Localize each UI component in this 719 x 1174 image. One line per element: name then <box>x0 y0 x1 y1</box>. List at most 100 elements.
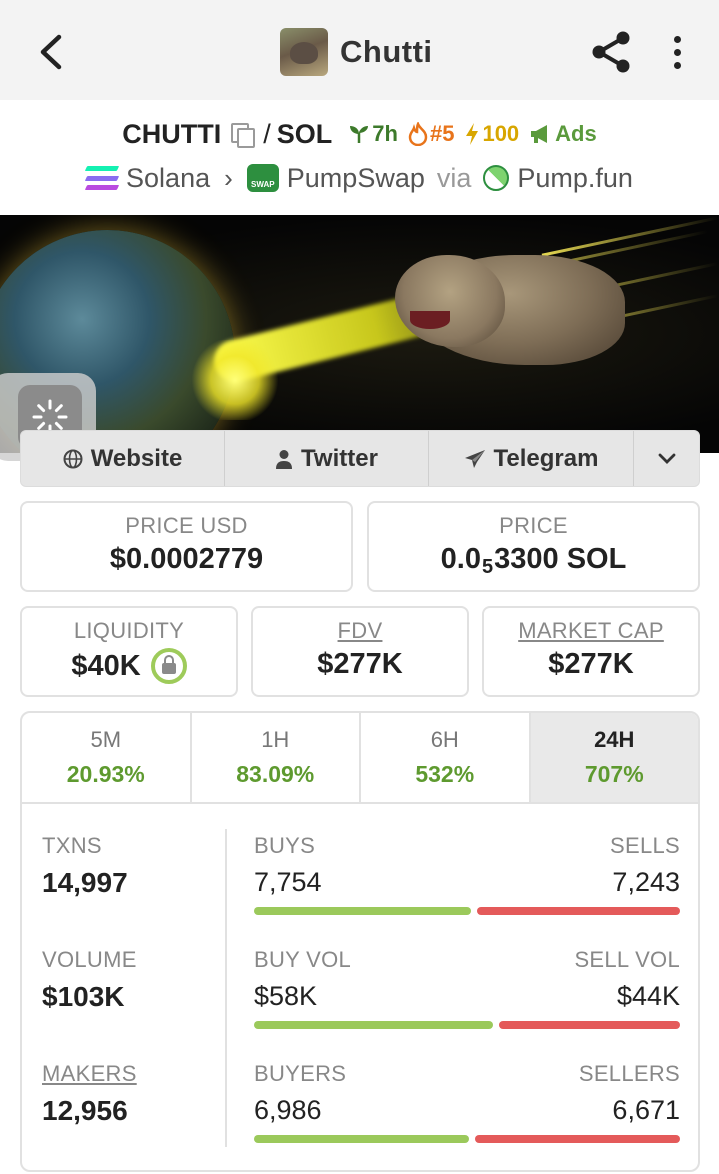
tab-5m[interactable]: 5M 20.93% <box>22 713 192 802</box>
liquidity-label: LIQUIDITY <box>73 618 185 643</box>
liquidity-value-row: $40K <box>22 648 236 684</box>
market-cap-label: MARKET CAP <box>518 618 664 643</box>
buyers-label: BUYERS <box>254 1061 347 1086</box>
buy-vol-label: BUY VOL <box>254 947 352 972</box>
sell-bar-segment <box>477 907 680 915</box>
fdv-card[interactable]: FDV $277K <box>251 606 469 697</box>
price-usd-label: PRICE USD <box>125 513 248 538</box>
website-link[interactable]: Website <box>21 431 225 486</box>
pump-fun-icon <box>477 159 515 197</box>
chain-breadcrumb: Solana › SWAP PumpSwap via Pump.fun <box>0 158 719 198</box>
buy-bar-segment <box>254 1135 469 1143</box>
back-arrow-icon <box>40 34 62 70</box>
pumpswap-icon: SWAP <box>246 164 279 192</box>
back-button[interactable] <box>30 30 70 74</box>
price-native-value: 0.0 5 3300 SOL <box>440 543 627 578</box>
pair-separator: / <box>263 118 271 149</box>
sell-vol-label: SELL VOL <box>574 947 680 972</box>
tab-6h[interactable]: 6H 532% <box>361 713 531 802</box>
buys-sells-ratio-bar <box>254 907 680 915</box>
timeframe-label: 6H <box>430 727 459 752</box>
sell-bar-segment <box>475 1135 680 1143</box>
txns-metric: TXNS 14,997 <box>42 833 128 899</box>
fdv-value: $277K <box>317 648 403 680</box>
app-bar: Chutti <box>0 0 719 100</box>
telegram-link[interactable]: Telegram <box>429 431 634 486</box>
trending-rank: #5 <box>429 121 455 146</box>
fdv-label: FDV <box>337 618 383 643</box>
volume-ratio-bar <box>254 1021 680 1029</box>
market-cap-card[interactable]: MARKET CAP $277K <box>482 606 700 697</box>
txns-label: TXNS <box>42 833 102 858</box>
price-usd-value: $0.0002779 <box>109 543 264 575</box>
copy-icon[interactable] <box>231 123 256 148</box>
stats-divider <box>225 829 227 1147</box>
more-links-button[interactable] <box>634 431 699 486</box>
buys-value: 7,754 <box>254 867 322 897</box>
sell-bar-segment <box>499 1021 680 1029</box>
twitter-link[interactable]: Twitter <box>225 431 429 486</box>
twitter-label: Twitter <box>301 444 378 472</box>
txns-value: 14,997 <box>42 867 128 898</box>
boosts-badge[interactable]: 100 <box>464 121 519 147</box>
market-cap-value: $277K <box>548 648 634 680</box>
chevron-down-icon <box>658 453 675 464</box>
telegram-label: Telegram <box>493 444 599 472</box>
user-icon <box>276 449 293 469</box>
sells-value: 7,243 <box>612 867 680 897</box>
price-usd-card: PRICE USD $0.0002779 <box>20 501 353 592</box>
via-label: via <box>436 162 472 193</box>
volume-split: BUY VOL SELL VOL $58K $44K <box>254 947 680 1029</box>
more-options-button[interactable] <box>662 30 692 74</box>
more-dot-icon <box>673 48 681 56</box>
price-change: 707% <box>584 761 644 787</box>
trading-stats-card: 5M 20.93% 1H 83.09% 6H 532% 24H 707% TXN… <box>20 711 700 1172</box>
social-links-bar: Website Twitter Telegram <box>20 430 700 487</box>
makers-label: MAKERS <box>42 1061 137 1086</box>
globe-icon <box>63 449 83 468</box>
token-avatar <box>280 28 328 76</box>
volume-label: VOLUME <box>42 947 137 972</box>
price-change: 83.09% <box>236 761 315 787</box>
ads-label: Ads <box>555 121 597 146</box>
solana-icon <box>84 166 120 190</box>
sellers-label: SELLERS <box>578 1061 680 1086</box>
price-change: 532% <box>415 761 475 787</box>
timeframe-label: 24H <box>594 727 635 752</box>
price-native-card: PRICE 0.0 5 3300 SOL <box>367 501 700 592</box>
price-native-label: PRICE <box>499 513 568 538</box>
buyers-ratio-bar <box>254 1135 680 1143</box>
buy-bar-segment <box>254 1021 493 1029</box>
buyers-value: 6,986 <box>254 1095 322 1125</box>
launchpad-name[interactable]: Pump.fun <box>517 163 633 194</box>
pair-header: CHUTTI / SOL 7h #5 100 Ads <box>0 112 719 156</box>
timeframe-label: 1H <box>261 727 290 752</box>
more-dot-icon <box>673 35 681 43</box>
share-button[interactable] <box>590 30 634 74</box>
liquidity-lock-icon[interactable] <box>150 648 187 684</box>
boost-count: 100 <box>482 121 520 146</box>
ads-badge[interactable]: Ads <box>529 121 597 147</box>
chain-name[interactable]: Solana <box>126 163 210 194</box>
sell-vol-value: $44K <box>616 981 680 1011</box>
energy-burst <box>190 340 280 420</box>
dex-name[interactable]: PumpSwap <box>287 163 425 194</box>
megaphone-icon <box>531 125 548 143</box>
price-change: 20.93% <box>66 761 145 787</box>
timeframe-label: 5M <box>90 727 122 752</box>
buys-label: BUYS <box>254 833 316 858</box>
tab-24h[interactable]: 24H 707% <box>530 713 698 802</box>
buy-bar-segment <box>254 907 471 915</box>
buys-sells-split: BUYS SELLS 7,754 7,243 <box>254 833 680 915</box>
trending-rank-badge[interactable]: #5 <box>408 121 454 147</box>
lightning-icon <box>466 123 479 145</box>
tab-1h[interactable]: 1H 83.09% <box>192 713 361 802</box>
pair-age-badge: 7h <box>348 121 398 147</box>
sprout-icon <box>350 126 369 143</box>
sells-label: SELLS <box>610 833 680 858</box>
pair-base-symbol: CHUTTI <box>122 118 222 149</box>
makers-metric[interactable]: MAKERS 12,956 <box>42 1061 137 1127</box>
more-dot-icon <box>673 61 681 69</box>
sellers-value: 6,671 <box>612 1095 680 1125</box>
timeframe-tabs: 5M 20.93% 1H 83.09% 6H 532% 24H 707% <box>22 713 698 804</box>
